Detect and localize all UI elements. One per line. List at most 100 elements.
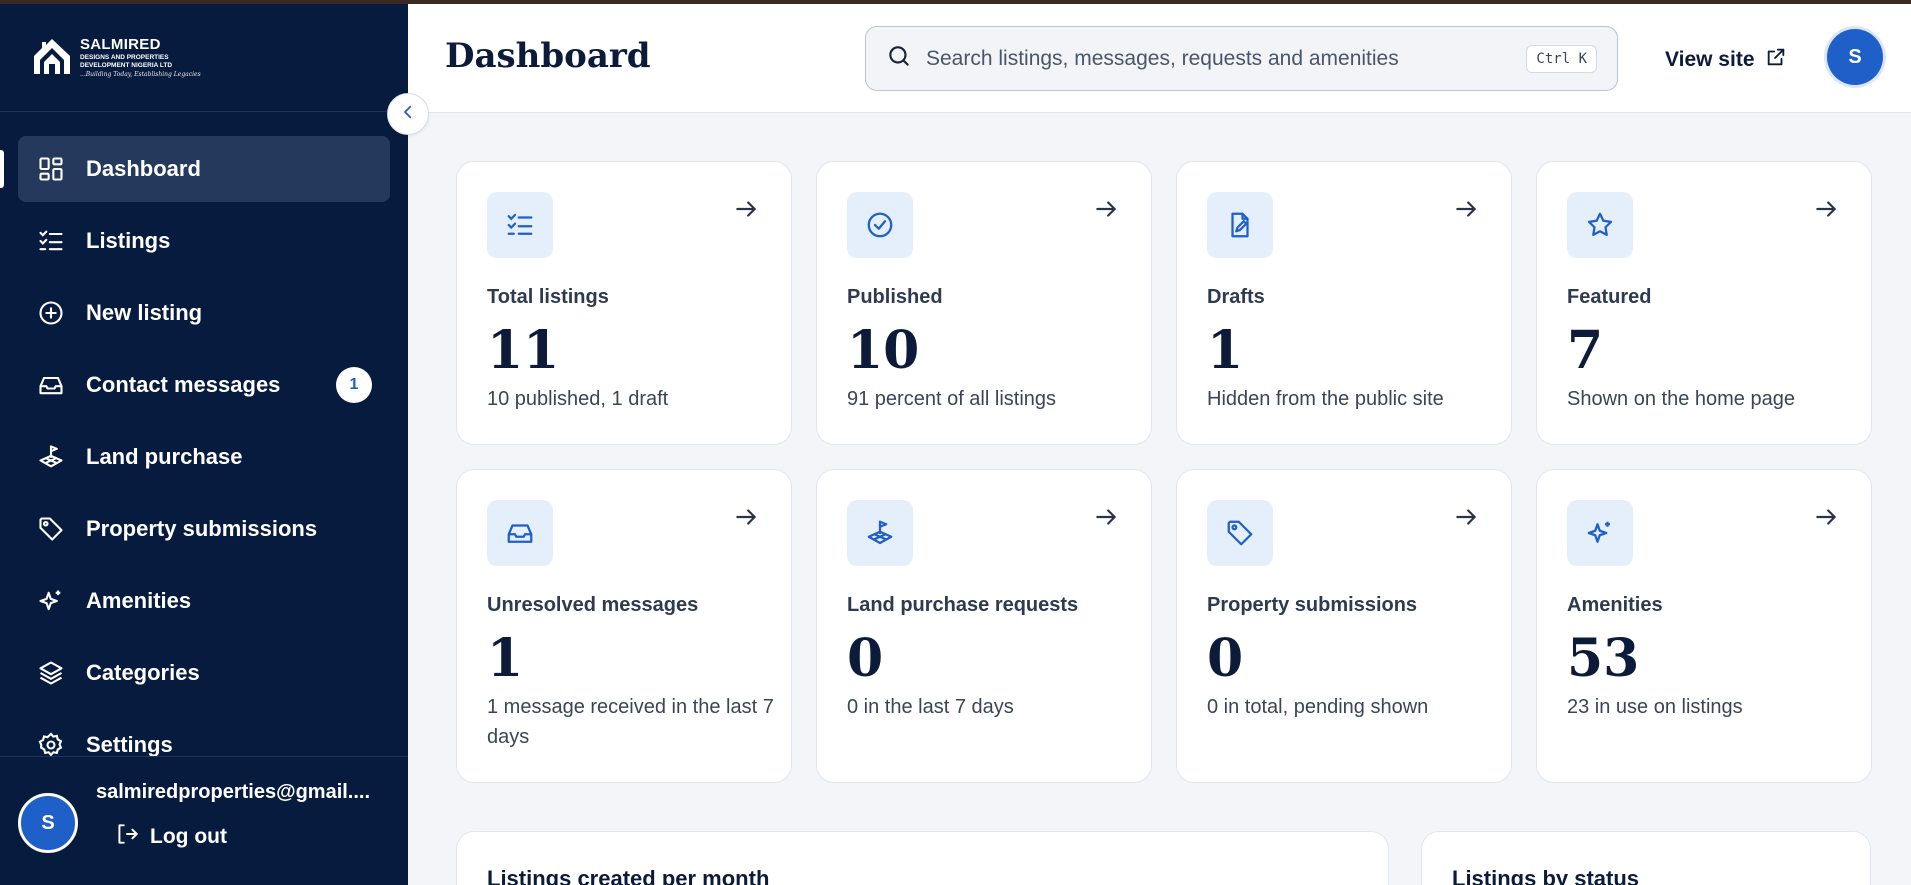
stat-description: 10 published, 1 draft bbox=[487, 388, 669, 410]
stat-card-amenities[interactable]: Amenities 53 23 in use on listings bbox=[1536, 469, 1872, 783]
unread-count-badge: 1 bbox=[336, 367, 372, 403]
window-top-strip bbox=[0, 0, 1911, 4]
sidebar-item-label: New listing bbox=[86, 300, 203, 325]
stat-label: Total listings bbox=[487, 286, 609, 308]
sidebar-item-dashboard[interactable]: Dashboard bbox=[0, 136, 390, 202]
stat-value: 0 bbox=[847, 628, 884, 689]
tag-icon bbox=[36, 514, 66, 544]
brand-tagline: ...Building Today, Establishing Legacies bbox=[80, 70, 201, 78]
sidebar-item-label: Settings bbox=[86, 732, 173, 757]
collapse-sidebar-button[interactable] bbox=[387, 93, 429, 135]
sidebar-item-contact-messages[interactable]: Contact messages 1 bbox=[18, 352, 390, 418]
logout-icon bbox=[114, 821, 140, 853]
top-header: Dashboard Search listings, messages, req… bbox=[408, 4, 1911, 113]
listings-by-status-panel: Listings by status bbox=[1421, 831, 1871, 885]
stat-value: 7 bbox=[1567, 320, 1604, 381]
stat-description: Shown on the home page bbox=[1567, 388, 1795, 410]
arrow-right-icon bbox=[1093, 196, 1119, 227]
sidebar-item-label: Categories bbox=[86, 660, 200, 685]
stat-description: 91 percent of all listings bbox=[847, 388, 1057, 410]
sidebar-item-property-submissions[interactable]: Property submissions bbox=[18, 496, 390, 562]
land-plot-icon bbox=[847, 500, 913, 566]
sparkles-icon bbox=[36, 586, 66, 616]
file-edit-icon bbox=[1207, 192, 1273, 258]
grid-icon bbox=[36, 154, 66, 184]
search-input[interactable]: Search listings, messages, requests and … bbox=[865, 26, 1618, 91]
tag-icon bbox=[1207, 500, 1273, 566]
sidebar: SALMIRED DESIGNS AND PROPERTIES DEVELOPM… bbox=[0, 4, 408, 885]
logout-label: Log out bbox=[150, 825, 227, 848]
inbox-icon bbox=[487, 500, 553, 566]
layers-icon bbox=[36, 658, 66, 688]
stat-description: 1 message received in the last 7 days bbox=[487, 696, 774, 748]
stat-value: 1 bbox=[1207, 320, 1244, 381]
sidebar-item-label: Property submissions bbox=[86, 516, 318, 541]
brand-name: SALMIRED bbox=[80, 36, 161, 54]
plus-circle-icon bbox=[36, 298, 66, 328]
avatar[interactable]: S bbox=[18, 793, 78, 853]
user-email: salmiredproperties@gmail.... bbox=[96, 781, 371, 803]
sidebar-item-land-purchase[interactable]: Land purchase bbox=[18, 424, 390, 490]
arrow-right-icon bbox=[1453, 504, 1479, 535]
page-title: Dashboard bbox=[445, 36, 651, 76]
sidebar-item-label: Listings bbox=[86, 228, 171, 253]
sidebar-item-label: Contact messages bbox=[86, 372, 281, 397]
stat-description: 0 in the last 7 days bbox=[847, 696, 1014, 718]
stat-label: Featured bbox=[1567, 286, 1652, 308]
keyboard-shortcut-hint: Ctrl K bbox=[1526, 44, 1597, 73]
checklist-icon bbox=[487, 192, 553, 258]
sidebar-item-new-listing[interactable]: New listing bbox=[18, 280, 390, 346]
panel-title: Listings created per month bbox=[487, 866, 770, 885]
view-site-link[interactable]: View site bbox=[1665, 46, 1787, 74]
stat-description: Hidden from the public site bbox=[1207, 388, 1444, 410]
land-plot-icon bbox=[36, 442, 66, 472]
stat-label: Land purchase requests bbox=[847, 594, 1079, 616]
brand-subtitle: DESIGNS AND PROPERTIES DEVELOPMENT NIGER… bbox=[80, 54, 173, 69]
logo-area: SALMIRED DESIGNS AND PROPERTIES DEVELOPM… bbox=[0, 4, 408, 112]
stat-label: Property submissions bbox=[1207, 594, 1418, 616]
arrow-right-icon bbox=[733, 196, 759, 227]
sidebar-item-label: Dashboard bbox=[86, 156, 201, 181]
stat-card-total-listings[interactable]: Total listings 11 10 published, 1 draft bbox=[456, 161, 792, 445]
stat-value: 1 bbox=[487, 628, 524, 689]
stat-label: Amenities bbox=[1567, 594, 1663, 616]
sidebar-user-area: S salmiredproperties@gmail.... Log out bbox=[0, 756, 408, 885]
arrow-right-icon bbox=[1093, 504, 1119, 535]
listings-per-month-panel: Listings created per month bbox=[456, 831, 1389, 885]
check-circle-icon bbox=[847, 192, 913, 258]
stat-card-published[interactable]: Published 10 91 percent of all listings bbox=[816, 161, 1152, 445]
logout-button[interactable]: Log out bbox=[114, 821, 227, 853]
sidebar-item-label: Amenities bbox=[86, 588, 192, 613]
stat-value: 53 bbox=[1567, 628, 1640, 689]
view-site-label: View site bbox=[1665, 48, 1755, 71]
arrow-right-icon bbox=[1813, 196, 1839, 227]
sidebar-nav: Dashboard Listings New listing Contact m… bbox=[0, 136, 408, 784]
search-icon bbox=[886, 43, 912, 74]
sidebar-item-amenities[interactable]: Amenities bbox=[18, 568, 390, 634]
stat-label: Drafts bbox=[1207, 286, 1265, 308]
arrow-right-icon bbox=[1813, 504, 1839, 535]
sidebar-item-categories[interactable]: Categories bbox=[18, 640, 390, 706]
search-placeholder: Search listings, messages, requests and … bbox=[926, 46, 1399, 70]
star-icon bbox=[1567, 192, 1633, 258]
brand-logo[interactable]: SALMIRED DESIGNS AND PROPERTIES DEVELOPM… bbox=[30, 36, 201, 80]
arrow-right-icon bbox=[733, 504, 759, 535]
checklist-icon bbox=[36, 226, 66, 256]
logo-house-icon bbox=[34, 38, 70, 74]
stat-card-drafts[interactable]: Drafts 1 Hidden from the public site bbox=[1176, 161, 1512, 445]
stat-card-land-purchase-requests[interactable]: Land purchase requests 0 0 in the last 7… bbox=[816, 469, 1152, 783]
inbox-icon bbox=[36, 370, 66, 400]
panel-title: Listings by status bbox=[1452, 866, 1640, 885]
stat-description: 0 in total, pending shown bbox=[1207, 696, 1429, 718]
stat-value: 10 bbox=[847, 320, 920, 381]
sidebar-item-listings[interactable]: Listings bbox=[18, 208, 390, 274]
stat-value: 0 bbox=[1207, 628, 1244, 689]
stat-card-property-submissions[interactable]: Property submissions 0 0 in total, pendi… bbox=[1176, 469, 1512, 783]
stat-label: Published bbox=[847, 286, 943, 308]
header-avatar[interactable]: S bbox=[1827, 29, 1883, 85]
stat-description: 23 in use on listings bbox=[1567, 696, 1743, 718]
stat-card-featured[interactable]: Featured 7 Shown on the home page bbox=[1536, 161, 1872, 445]
stat-card-unresolved-messages[interactable]: Unresolved messages 1 1 message received… bbox=[456, 469, 792, 783]
sparkles-icon bbox=[1567, 500, 1633, 566]
stat-label: Unresolved messages bbox=[487, 594, 699, 616]
